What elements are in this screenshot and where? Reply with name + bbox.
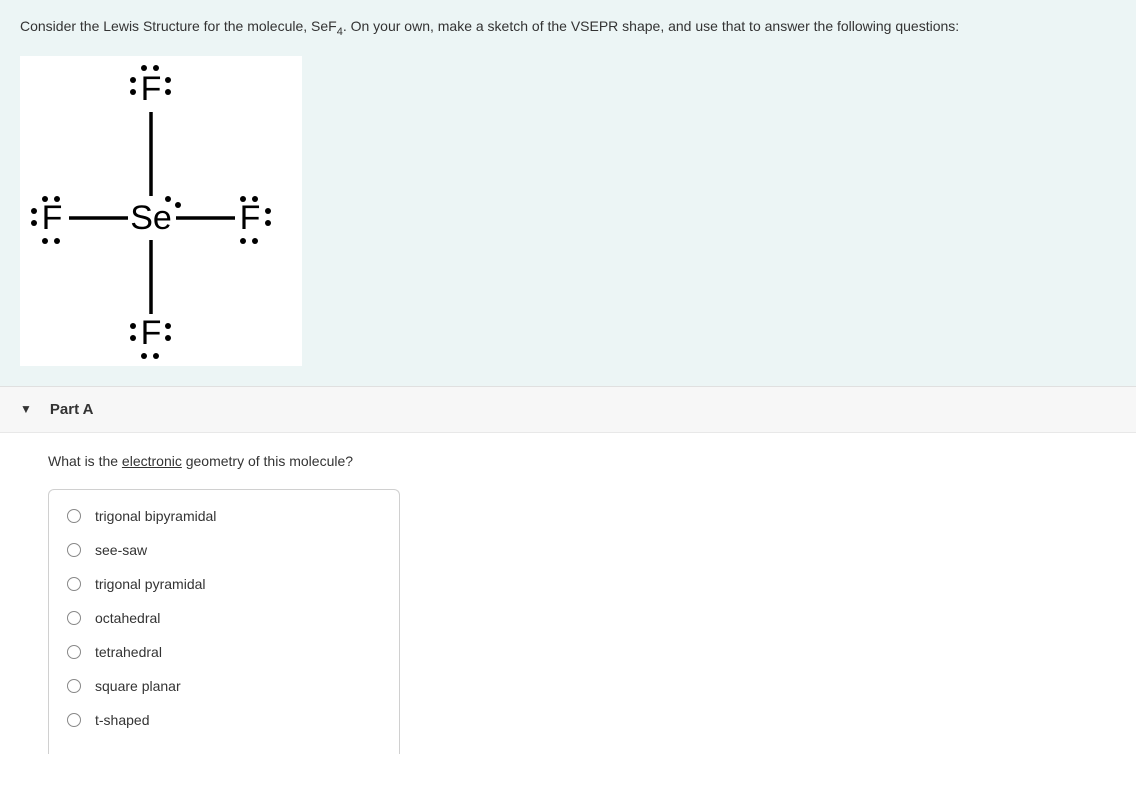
svg-text:F: F — [141, 314, 162, 352]
svg-text:F: F — [240, 199, 261, 237]
option-row[interactable]: tetrahedral — [67, 644, 381, 660]
question-area: What is the electronic geometry of this … — [0, 433, 1136, 754]
option-label: trigonal bipyramidal — [95, 508, 216, 524]
option-row[interactable]: trigonal pyramidal — [67, 576, 381, 592]
intro-text-after: . On your own, make a sketch of the VSEP… — [343, 18, 959, 34]
intro-section: Consider the Lewis Structure for the mol… — [0, 0, 1136, 386]
question-suffix: geometry of this molecule? — [182, 453, 353, 469]
part-a-section: ▼ Part A What is the electronic geometry… — [0, 386, 1136, 754]
options-box: trigonal bipyramidal see-saw trigonal py… — [48, 489, 400, 754]
svg-text:F: F — [42, 199, 63, 237]
radio-icon[interactable] — [67, 611, 81, 625]
option-row[interactable]: t-shaped — [67, 712, 381, 728]
option-row[interactable]: trigonal bipyramidal — [67, 508, 381, 524]
option-label: t-shaped — [95, 712, 149, 728]
option-label: trigonal pyramidal — [95, 576, 206, 592]
svg-text:Se: Se — [130, 199, 172, 237]
option-label: square planar — [95, 678, 181, 694]
chevron-down-icon: ▼ — [20, 402, 32, 416]
option-row[interactable]: see-saw — [67, 542, 381, 558]
option-label: octahedral — [95, 610, 160, 626]
radio-icon[interactable] — [67, 679, 81, 693]
option-label: see-saw — [95, 542, 147, 558]
radio-icon[interactable] — [67, 509, 81, 523]
radio-icon[interactable] — [67, 577, 81, 591]
option-row[interactable]: square planar — [67, 678, 381, 694]
question-underlined: electronic — [122, 453, 182, 469]
intro-text-before: Consider the Lewis Structure for the mol… — [20, 18, 337, 34]
part-title: Part A — [50, 401, 94, 418]
option-row[interactable]: octahedral — [67, 610, 381, 626]
part-header[interactable]: ▼ Part A — [0, 387, 1136, 433]
lewis-structure-image: Se F F — [20, 56, 302, 366]
question-text: What is the electronic geometry of this … — [48, 453, 1088, 469]
option-label: tetrahedral — [95, 644, 162, 660]
svg-text:F: F — [141, 70, 162, 108]
radio-icon[interactable] — [67, 543, 81, 557]
radio-icon[interactable] — [67, 713, 81, 727]
radio-icon[interactable] — [67, 645, 81, 659]
question-prefix: What is the — [48, 453, 122, 469]
intro-text: Consider the Lewis Structure for the mol… — [20, 18, 1116, 38]
